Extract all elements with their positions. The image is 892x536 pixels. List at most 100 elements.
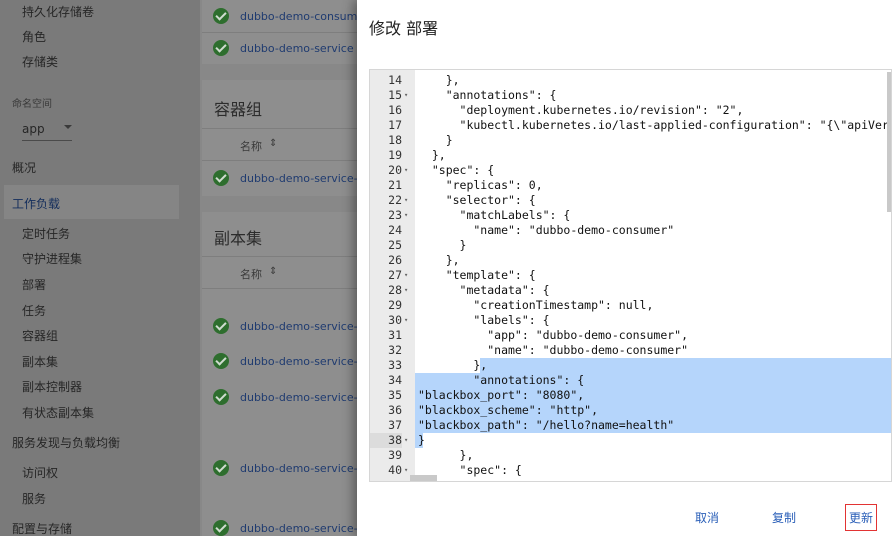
line-number: 39 (388, 448, 402, 462)
sidebar-item-daemonsets[interactable]: 守护进程集 (22, 250, 82, 267)
code-text: } (418, 238, 467, 252)
sidebar-item-config-storage[interactable]: 配置与存储 (12, 520, 72, 536)
code-line: 27 ▾ "template": { (370, 268, 891, 283)
code-line: 21 "replicas": 0, (370, 178, 891, 193)
code-line: 28 ▾ "metadata": { (370, 283, 891, 298)
status-ok-icon (213, 170, 229, 186)
column-header-name[interactable]: 名称 (240, 138, 262, 154)
code-lines: 14 }, 15 ▾ "annotations": {16 "deployment.… (370, 73, 891, 478)
line-number: 30 (388, 313, 402, 327)
fold-arrow-icon[interactable]: ▾ (402, 268, 415, 283)
status-ok-icon (213, 389, 229, 405)
code-text: "spec": { (418, 163, 495, 177)
sidebar-item-replicasets[interactable]: 副本集 (22, 353, 58, 370)
sidebar-item-jobs[interactable]: 任务 (22, 302, 46, 319)
dialog-title: 修改 部署 (369, 19, 439, 38)
code-text: "annotations": { (418, 88, 557, 102)
code-line: 15 ▾ "annotations": { (370, 88, 891, 103)
line-number: 14 (388, 73, 402, 87)
sidebar-item-workloads[interactable]: 工作负载 (12, 195, 60, 212)
code-text: "annotations": { (418, 373, 585, 387)
replicaset-link[interactable]: dubbo-demo-service-7f (240, 522, 368, 535)
sort-icon[interactable]: ⇕ (269, 138, 277, 149)
sort-icon[interactable]: ⇕ (269, 266, 277, 277)
code-line: 24 "name": "dubbo-demo-consumer" (370, 223, 891, 238)
line-number: 21 (388, 178, 402, 192)
fold-arrow-icon[interactable]: ▾ (402, 283, 415, 298)
line-number: 38 (370, 433, 402, 448)
sidebar: 持久化存储卷 角色 存储类 命名空间 app 概况 工作负载 定时任务 守护进程… (0, 0, 200, 536)
chevron-down-icon (64, 125, 72, 129)
code-text: "name": "dubbo-demo-consumer" (418, 223, 675, 237)
code-text: }, (418, 73, 460, 87)
line-number: 17 (388, 118, 402, 132)
line-number: 33 (388, 358, 402, 372)
code-line: 25 } (370, 238, 891, 253)
line-number: 34 (388, 373, 402, 387)
code-line: 22 ▾ "selector": { (370, 193, 891, 208)
line-number: 35 (388, 388, 402, 402)
sidebar-item-replication-controllers[interactable]: 副本控制器 (22, 378, 82, 395)
code-line: 40 ▾ "spec": { (370, 463, 891, 478)
fold-arrow-icon[interactable]: ▾ (402, 208, 415, 223)
sidebar-item-discovery-lb[interactable]: 服务发现与负载均衡 (12, 434, 120, 451)
code-line: 29 "creationTimestamp": null, (370, 298, 891, 313)
pods-title: 容器组 (214, 100, 263, 119)
sidebar-item-storage-classes[interactable]: 存储类 (22, 53, 58, 70)
deployment-link[interactable]: dubbo-demo-service (240, 42, 354, 55)
sidebar-item-roles[interactable]: 角色 (22, 28, 46, 45)
code-text: }, (418, 148, 446, 162)
code-line: 20 ▾ "spec": { (370, 163, 891, 178)
code-text: "creationTimestamp": null, (418, 298, 654, 312)
line-number: 28 (388, 283, 402, 297)
sidebar-item-services[interactable]: 服务 (22, 490, 46, 507)
replicaset-link[interactable]: dubbo-demo-service-5c (240, 462, 371, 475)
fold-arrow-icon[interactable]: ▾ (402, 88, 415, 103)
sidebar-item-deployments[interactable]: 部署 (22, 276, 46, 293)
edit-deployment-dialog: 修改 部署 14 }, 15 ▾ "annotations": {16 "deplo… (357, 0, 892, 536)
cancel-button[interactable]: 取消 (695, 509, 719, 526)
line-number: 32 (388, 343, 402, 357)
code-text: "selector": { (418, 193, 536, 207)
code-line: 33 }, (370, 358, 891, 373)
namespace-select[interactable]: app (22, 122, 45, 136)
sidebar-item-persistent-volumes[interactable]: 持久化存储卷 (22, 3, 94, 20)
code-line: 14 }, (370, 73, 891, 88)
line-number: 37 (388, 418, 402, 432)
replicaset-link[interactable]: dubbo-demo-service-65 (240, 391, 372, 404)
code-line: 37 "blackbox_path": "/hello?name=health" (370, 418, 891, 433)
code-text: } (418, 433, 425, 447)
horizontal-scrollbar[interactable] (410, 475, 437, 481)
code-line: 35 "blackbox_port": "8080", (370, 388, 891, 403)
fold-arrow-icon[interactable]: ▾ (402, 163, 415, 178)
status-ok-icon (213, 40, 229, 56)
pod-link[interactable]: dubbo-demo-service-7f (240, 172, 368, 185)
line-number: 19 (388, 148, 402, 162)
fold-arrow-icon[interactable]: ▾ (402, 193, 415, 208)
replicaset-link[interactable]: dubbo-demo-service-7f (240, 320, 368, 333)
line-number: 26 (388, 253, 402, 267)
copy-button[interactable]: 复制 (772, 509, 796, 526)
code-text: }, (418, 253, 460, 267)
fold-arrow-icon[interactable]: ▾ (402, 433, 415, 448)
code-text: "deployment.kubernetes.io/revision": "2"… (418, 103, 744, 117)
namespace-underline (22, 140, 72, 141)
column-header-name[interactable]: 名称 (240, 266, 262, 282)
fold-arrow-icon[interactable]: ▾ (402, 313, 415, 328)
sidebar-item-statefulsets[interactable]: 有状态副本集 (22, 404, 94, 421)
sidebar-item-cronjobs[interactable]: 定时任务 (22, 225, 70, 242)
vertical-scrollbar[interactable] (887, 72, 891, 212)
deployment-link[interactable]: dubbo-demo-consumer (240, 10, 369, 23)
replicaset-link[interactable]: dubbo-demo-service-7f (240, 355, 368, 368)
code-text: "metadata": { (418, 283, 550, 297)
code-line: 39 }, (370, 448, 891, 463)
code-line: 36 "blackbox_scheme": "http", (370, 403, 891, 418)
json-editor[interactable]: 14 }, 15 ▾ "annotations": {16 "deployment.… (369, 69, 892, 482)
sidebar-item-ingresses[interactable]: 访问权 (22, 464, 58, 481)
sidebar-item-pods[interactable]: 容器组 (22, 327, 58, 344)
code-line: 31 "app": "dubbo-demo-consumer", (370, 328, 891, 343)
code-line: 23 ▾ "matchLabels": { (370, 208, 891, 223)
line-number: 15 (388, 88, 402, 102)
sidebar-item-overview[interactable]: 概况 (12, 159, 36, 176)
update-button[interactable]: 更新 (845, 504, 878, 531)
